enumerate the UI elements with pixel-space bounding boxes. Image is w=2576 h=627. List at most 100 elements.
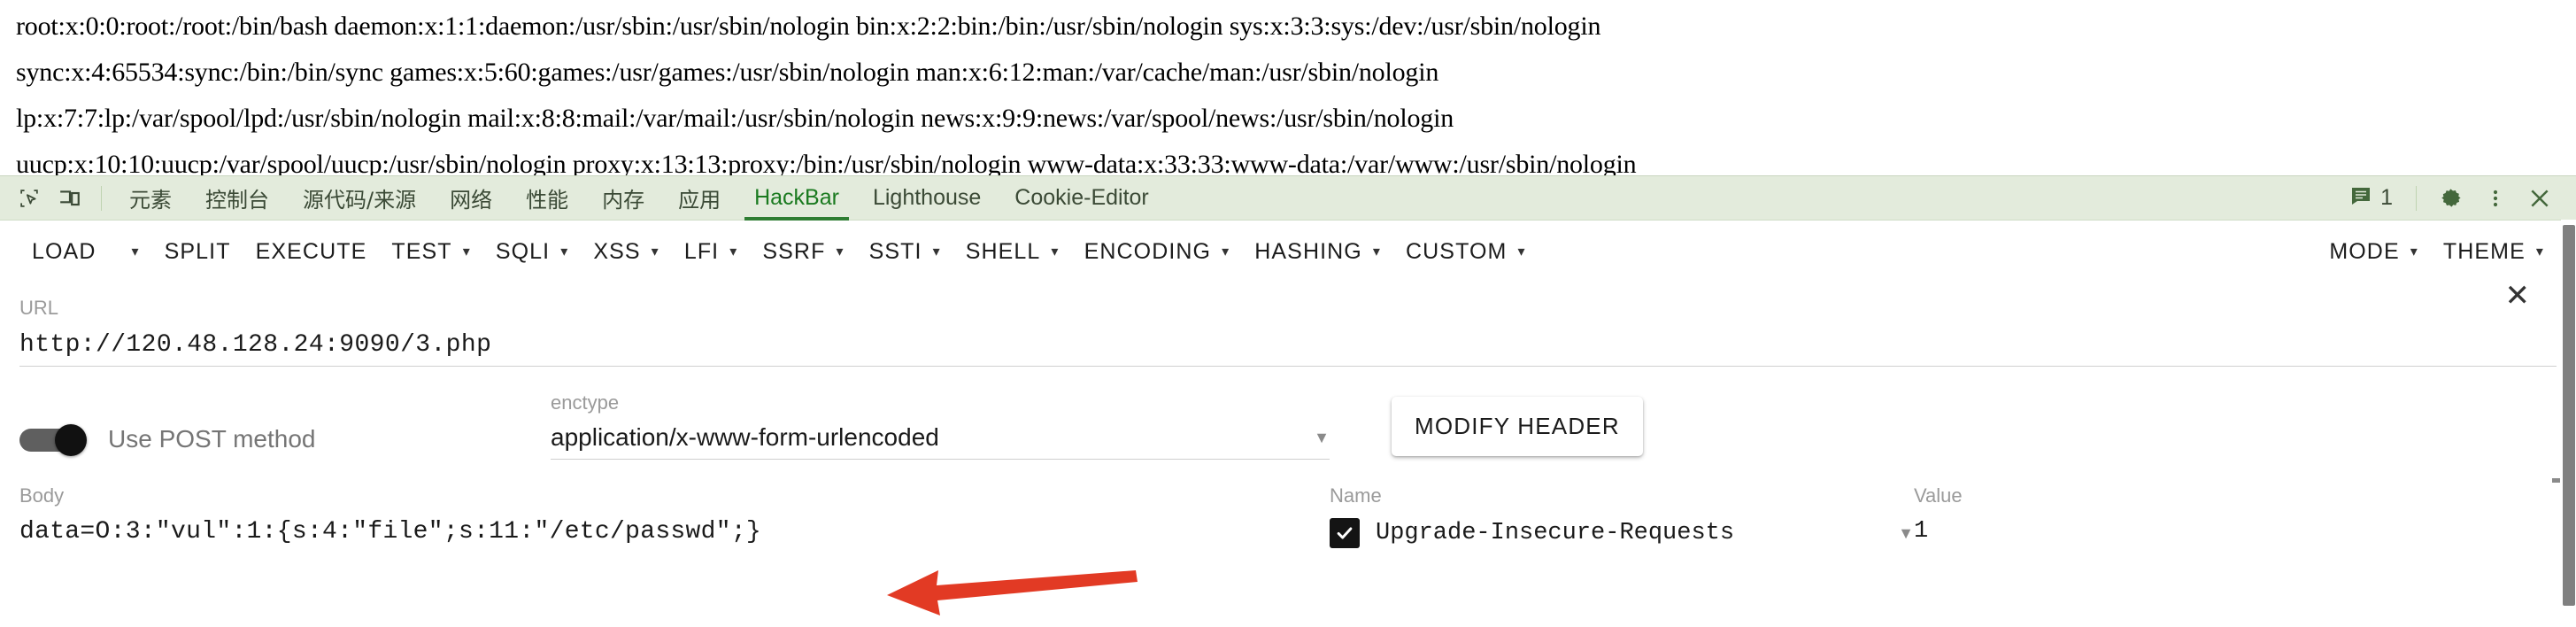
chevron-down-icon: ▾ — [651, 244, 659, 259]
body-field-group: Body data=O:3:"vul":1:{s:4:"file";s:11:"… — [19, 484, 1303, 548]
header-value-input[interactable]: 1 — [1914, 518, 1928, 545]
device-toolbar-icon[interactable] — [50, 181, 90, 216]
header-value-label: Value — [1914, 484, 1963, 507]
menu-sqli-label: SQLI — [495, 239, 551, 264]
menu-custom[interactable]: CUSTOM ▾ — [1393, 230, 1539, 274]
inspect-element-icon[interactable] — [9, 181, 50, 216]
tab-application[interactable]: 应用 — [661, 176, 737, 221]
scrollbar-marker — [2552, 478, 2560, 483]
remove-header-button[interactable]: ✕ — [2505, 281, 2531, 311]
header-name-column: Name Upgrade-Insecure-Requests ▼ — [1330, 484, 1914, 548]
passwd-line: root:x:0:0:root:/root:/bin/bash daemon:x… — [16, 12, 1601, 41]
menu-xss[interactable]: XSS ▾ — [581, 230, 671, 274]
enctype-select[interactable]: application/x-www-form-urlencoded ▼ — [551, 414, 1330, 459]
devtools-panel: 元素 控制台 源代码/来源 网络 性能 内存 应用 HackBar Lighth… — [0, 175, 2576, 627]
gear-icon[interactable] — [2431, 181, 2472, 216]
chevron-down-icon: ▾ — [932, 244, 941, 259]
url-label: URL — [19, 297, 59, 319]
chevron-down-icon: ▾ — [1517, 244, 1526, 259]
chevron-down-icon[interactable]: ▼ — [1898, 524, 1914, 543]
modify-header-button[interactable]: MODIFY HEADER — [1392, 397, 1643, 456]
tab-lighthouse[interactable]: Lighthouse — [856, 176, 998, 221]
tab-elements[interactable]: 元素 — [112, 176, 189, 221]
url-field-group: URL http://120.48.128.24:9090/3.php — [0, 284, 2576, 367]
menu-mode[interactable]: MODE ▾ — [2317, 230, 2431, 274]
menu-load[interactable]: LOAD — [19, 230, 108, 274]
menu-test[interactable]: TEST ▾ — [379, 230, 482, 274]
header-enabled-checkbox[interactable] — [1330, 518, 1360, 548]
chevron-down-icon: ▾ — [131, 244, 140, 259]
kebab-menu-icon[interactable] — [2475, 181, 2516, 216]
menu-hashing-label: HASHING — [1254, 239, 1362, 264]
toolbar-divider — [2416, 185, 2417, 211]
chevron-down-icon: ▾ — [1222, 244, 1230, 259]
table-row: Upgrade-Insecure-Requests ▼ — [1330, 507, 1914, 548]
chevron-down-icon: ▾ — [560, 244, 569, 259]
header-name-input[interactable]: Upgrade-Insecure-Requests — [1376, 520, 1887, 546]
header-name-label: Name — [1330, 484, 1382, 507]
devtools-tabs: 元素 控制台 源代码/来源 网络 性能 内存 应用 HackBar Lighth… — [112, 176, 1166, 221]
use-post-method-label: Use POST method — [108, 425, 316, 453]
toggle-knob — [55, 424, 87, 456]
menu-custom-label: CUSTOM — [1405, 239, 1508, 264]
console-message-icon — [2350, 185, 2372, 211]
enctype-value: application/x-www-form-urlencoded — [551, 423, 939, 451]
body-and-headers-row: Body data=O:3:"vul":1:{s:4:"file";s:11:"… — [0, 460, 2576, 548]
tab-network[interactable]: 网络 — [433, 176, 509, 221]
menu-split[interactable]: SPLIT — [152, 230, 243, 274]
body-input[interactable]: data=O:3:"vul":1:{s:4:"file";s:11:"/etc/… — [19, 507, 1303, 546]
close-icon[interactable] — [2519, 181, 2560, 216]
devtools-tabbar: 元素 控制台 源代码/来源 网络 性能 内存 应用 HackBar Lighth… — [0, 176, 2576, 221]
scrollbar-thumb[interactable] — [2563, 225, 2575, 606]
menu-theme-label: THEME — [2442, 239, 2526, 264]
menu-xss-label: XSS — [593, 239, 641, 264]
menu-sqli[interactable]: SQLI ▾ — [483, 230, 582, 274]
chevron-down-icon: ▼ — [1314, 428, 1330, 446]
menu-test-label: TEST — [391, 239, 452, 264]
passwd-line: uucp:x:10:10:uucp:/var/spool/uucp:/usr/s… — [16, 150, 1637, 175]
console-message-badge[interactable]: 1 — [2341, 185, 2402, 211]
menu-ssti[interactable]: SSTI ▾ — [857, 230, 953, 274]
menu-load-dropdown[interactable]: ▾ — [108, 236, 151, 268]
tab-performance[interactable]: 性能 — [509, 176, 585, 221]
menu-shell[interactable]: SHELL ▾ — [953, 230, 1072, 274]
menu-encoding-label: ENCODING — [1084, 239, 1212, 264]
chevron-down-icon: ▾ — [2535, 244, 2544, 259]
console-message-count: 1 — [2380, 185, 2393, 210]
menu-ssrf[interactable]: SSRF ▾ — [750, 230, 856, 274]
header-value-row: 1 — [1914, 507, 2294, 545]
request-options-row: Use POST method enctype application/x-ww… — [0, 367, 2576, 460]
page-passwd-output: root:x:0:0:root:/root:/bin/bash daemon:x… — [0, 0, 2576, 175]
chevron-down-icon: ▾ — [1051, 244, 1060, 259]
chevron-down-icon: ▾ — [729, 244, 738, 259]
tab-cookie-editor[interactable]: Cookie-Editor — [998, 176, 1165, 221]
menu-shell-label: SHELL — [965, 239, 1041, 264]
headers-table: Name Upgrade-Insecure-Requests ▼ Value 1 — [1303, 484, 2557, 548]
chevron-down-icon: ▾ — [462, 244, 471, 259]
hackbar-menubar: LOAD ▾ SPLIT EXECUTE TEST ▾ SQLI ▾ XSS ▾… — [0, 221, 2576, 284]
devtools-toolbar-right: 1 — [2341, 181, 2576, 216]
post-method-toggle-group: Use POST method — [19, 424, 551, 460]
use-post-method-toggle[interactable] — [19, 424, 87, 456]
menu-execute[interactable]: EXECUTE — [243, 230, 380, 274]
tab-hackbar[interactable]: HackBar — [737, 176, 856, 221]
menu-ssrf-label: SSRF — [762, 239, 826, 264]
header-value-column: Value 1 — [1914, 484, 2294, 548]
tab-sources[interactable]: 源代码/来源 — [286, 176, 433, 221]
toolbar-divider — [101, 185, 102, 211]
menu-ssti-label: SSTI — [868, 239, 922, 264]
passwd-line: sync:x:4:65534:sync:/bin:/bin/sync games… — [16, 58, 1439, 87]
menu-lfi[interactable]: LFI ▾ — [672, 230, 751, 274]
menu-encoding[interactable]: ENCODING ▾ — [1072, 230, 1243, 274]
menu-lfi-label: LFI — [683, 239, 720, 264]
tab-memory[interactable]: 内存 — [585, 176, 661, 221]
url-input[interactable]: http://120.48.128.24:9090/3.php — [19, 320, 2557, 366]
vertical-scrollbar[interactable] — [2561, 220, 2576, 627]
menu-theme[interactable]: THEME ▾ — [2431, 230, 2557, 274]
tab-console[interactable]: 控制台 — [189, 176, 286, 221]
body-label: Body — [19, 484, 65, 507]
menu-hashing[interactable]: HASHING ▾ — [1242, 230, 1393, 274]
passwd-line: lp:x:7:7:lp:/var/spool/lpd:/usr/sbin/nol… — [16, 104, 1454, 133]
chevron-down-icon: ▾ — [1372, 244, 1381, 259]
menu-mode-label: MODE — [2329, 239, 2400, 264]
